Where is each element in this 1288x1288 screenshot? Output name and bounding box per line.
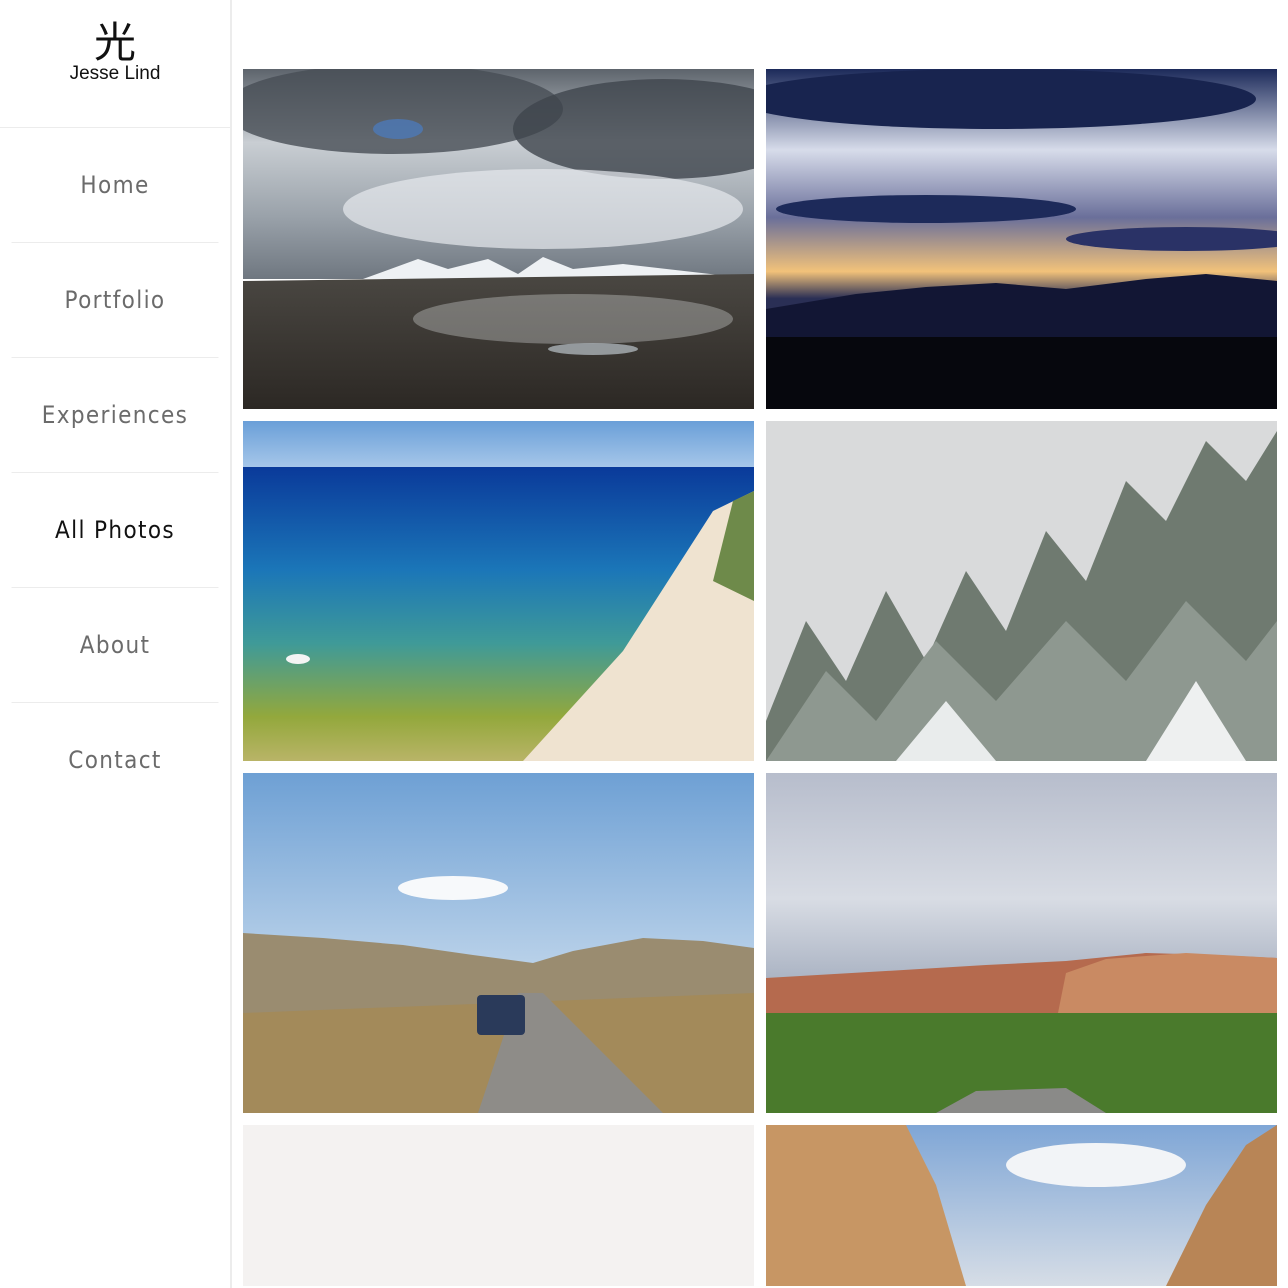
nav-item-home[interactable]: Home bbox=[11, 128, 219, 243]
photo-bright-sky[interactable] bbox=[243, 1125, 754, 1286]
photo-snowy-forest-image bbox=[766, 421, 1277, 761]
sidebar: 光 Jesse Lind Home Portfolio Experiences … bbox=[0, 0, 232, 1288]
photo-snowy-forest[interactable] bbox=[766, 421, 1277, 761]
photo-stormy-mountains[interactable] bbox=[243, 69, 754, 409]
photo-stormy-mountains-image bbox=[243, 69, 754, 409]
main-nav: Home Portfolio Experiences All Photos Ab… bbox=[0, 128, 230, 817]
photo-sandstone-canyon-image bbox=[766, 1125, 1277, 1286]
photo-desert-road[interactable] bbox=[243, 773, 754, 1113]
photo-lake-beach-image bbox=[243, 421, 754, 761]
photo-desert-road-image bbox=[243, 773, 754, 1113]
nav-item-about[interactable]: About bbox=[11, 588, 219, 703]
nav-item-experiences[interactable]: Experiences bbox=[11, 358, 219, 473]
photo-sandstone-canyon[interactable] bbox=[766, 1125, 1277, 1286]
logo-glyph: 光 bbox=[93, 18, 136, 67]
photo-gallery bbox=[243, 69, 1278, 1286]
photo-lake-beach[interactable] bbox=[243, 421, 754, 761]
photo-bright-sky-image bbox=[243, 1125, 754, 1286]
nav-item-all-photos[interactable]: All Photos bbox=[11, 473, 219, 588]
photo-red-rock-canyon-image bbox=[766, 773, 1277, 1113]
photo-mountain-sunset[interactable] bbox=[766, 69, 1277, 409]
site-logo[interactable]: 光 Jesse Lind bbox=[0, 0, 230, 128]
nav-item-contact[interactable]: Contact bbox=[12, 703, 219, 817]
photo-mountain-sunset-image bbox=[766, 69, 1277, 409]
nav-item-portfolio[interactable]: Portfolio bbox=[11, 243, 219, 358]
photo-red-rock-canyon[interactable] bbox=[766, 773, 1277, 1113]
logo-name: Jesse Lind bbox=[69, 63, 161, 84]
